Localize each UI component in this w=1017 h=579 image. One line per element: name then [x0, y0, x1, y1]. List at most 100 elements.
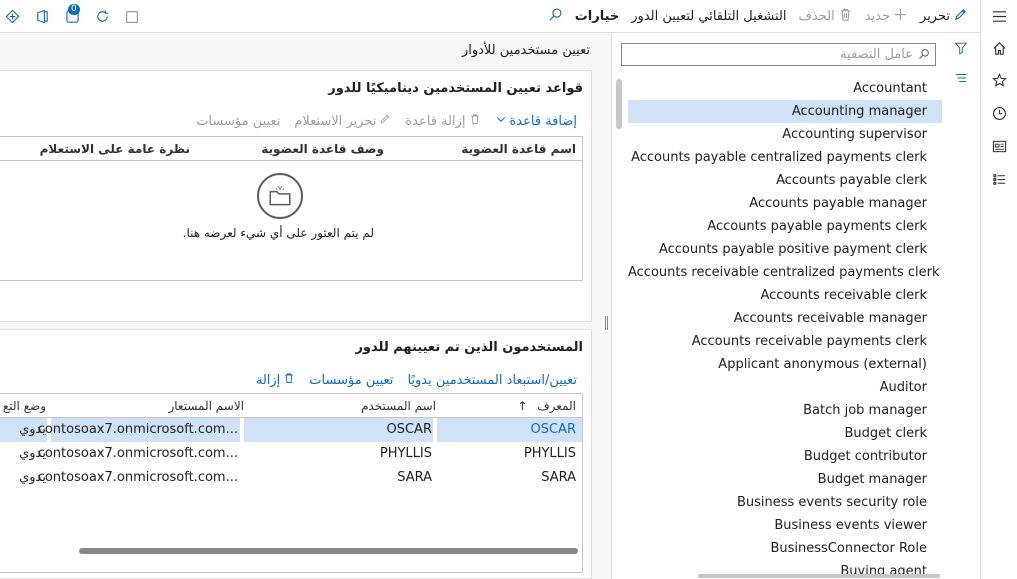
role-list-item[interactable]: Budget manager	[628, 468, 942, 491]
col-user-name[interactable]: اسم المستخدم	[361, 399, 436, 413]
role-list-item[interactable]: Accountant	[628, 77, 942, 100]
list-view-icon[interactable]	[954, 71, 968, 88]
edit-button[interactable]: تحرير	[914, 0, 974, 33]
role-list-item[interactable]: Accounting manager	[628, 100, 942, 123]
chevron-down-icon	[495, 113, 507, 129]
options-diamond-icon[interactable]	[4, 9, 20, 25]
role-list-item[interactable]: Batch job manager	[628, 399, 942, 422]
cell-divider	[433, 418, 437, 442]
role-list-item[interactable]: Accounts payable payments clerk	[628, 215, 942, 238]
page-options-icon[interactable]	[124, 9, 140, 25]
col-query-overview[interactable]: نظرة عامة على الاستعلام	[40, 142, 190, 156]
action-pane: تحرير جديد الحذف التشغيل التلقائي لتعيين…	[0, 0, 980, 33]
cell-divider	[240, 418, 244, 442]
sort-arrow-up-icon: ↑	[517, 399, 528, 413]
search-icon	[548, 7, 563, 26]
assign-organizations-label-2: تعيين مؤسسات	[309, 372, 394, 388]
empty-message: لم يتم العثور على أي شيء لعرضه هنا.	[182, 226, 374, 240]
col-alias[interactable]: الاسم المستعار	[168, 399, 244, 413]
trash-icon	[283, 372, 295, 388]
remove-rule-button[interactable]: إزالة قاعدة	[405, 113, 480, 129]
add-rule-button[interactable]: إضافة قاعدة	[495, 113, 577, 129]
edit-query-button[interactable]: تحرير الاستعلام	[294, 113, 391, 129]
notifications-icon[interactable]: 0	[64, 3, 80, 25]
rules-actions: إضافة قاعدة إزالة قاعدة تحرير الاستعلام …	[196, 113, 577, 129]
hamburger-menu-icon[interactable]	[981, 2, 1017, 30]
auto-assign-roles-button[interactable]: التشغيل التلقائي لتعيين الدور	[625, 0, 792, 33]
manual-assign-button[interactable]: تعيين/استبعاد المستخدمين يدويًا	[407, 373, 577, 388]
role-list-item[interactable]: Accounts receivable clerk	[628, 284, 942, 307]
options-button[interactable]: خيارات	[569, 0, 626, 33]
new-button[interactable]: جديد	[859, 0, 914, 33]
col-rule-name[interactable]: اسم قاعدة العضوية	[461, 142, 576, 156]
role-list-item[interactable]: Accounts receivable manager	[628, 307, 942, 330]
table-row[interactable]: SARA SARA ...contosoax7.onmicrosoft.com يدو…	[0, 466, 582, 490]
page-title: تعيين مستخدمين للأدوار	[461, 43, 590, 58]
modules-list-icon[interactable]	[981, 165, 1017, 193]
rules-grid-header: اسم قاعدة العضوية وصف قاعدة العضوية نظرة…	[0, 137, 582, 161]
remove-user-button[interactable]: إزالة	[256, 372, 295, 388]
options-label: خيارات	[574, 9, 620, 24]
role-list-item[interactable]: Auditor	[628, 376, 942, 399]
role-list-item[interactable]: Business events viewer	[628, 514, 942, 537]
office-icon[interactable]	[34, 9, 50, 25]
role-list-item[interactable]: Budget clerk	[628, 422, 942, 445]
list-horizontal-scrollbar[interactable]	[698, 574, 940, 578]
star-icon[interactable]	[981, 66, 1017, 94]
cell-assignment-mode: يدوي	[19, 446, 46, 461]
role-list-item[interactable]: Accounts payable centralized payments cl…	[628, 146, 942, 169]
filter-placeholder: عامل التصفية	[840, 47, 913, 62]
table-row[interactable]: PHYLLIS PHYLLIS ...contosoax7.onmicrosoft.…	[0, 442, 582, 466]
delete-button[interactable]: الحذف	[792, 0, 858, 33]
role-list-item[interactable]: BusinessConnector Role	[628, 537, 942, 560]
role-list-item[interactable]: Accounts receivable payments clerk	[628, 330, 942, 353]
cell-user-id[interactable]: SARA	[541, 470, 576, 485]
role-list-item[interactable]: Accounting supervisor	[628, 123, 942, 146]
role-list-item[interactable]: Business events security role	[628, 491, 942, 514]
home-icon[interactable]	[981, 34, 1017, 62]
plus-icon	[893, 7, 908, 26]
rules-section: قواعد تعيين المستخدمين ديناميكيًا للدور …	[0, 70, 592, 322]
cell-user-id[interactable]: PHYLLIS	[524, 446, 576, 461]
cell-user-name: PHYLLIS	[379, 446, 432, 461]
search-icon	[918, 48, 930, 64]
role-list-item[interactable]: Budget contributor	[628, 445, 942, 468]
cell-user-name: SARA	[397, 470, 432, 485]
role-list-item[interactable]: Accounts payable manager	[628, 192, 942, 215]
filter-icon[interactable]	[954, 41, 968, 58]
list-scrollbar[interactable]	[616, 79, 622, 129]
col-user-id[interactable]: المعرف ↑	[517, 399, 576, 413]
assign-organizations-button[interactable]: تعيين مؤسسات	[196, 114, 280, 129]
cell-user-id[interactable]: OSCAR	[531, 422, 577, 437]
assigned-users-section: المستخدمون الذين تم تعيينهم للدور تعيين/…	[0, 329, 592, 579]
workspaces-icon[interactable]	[981, 132, 1017, 160]
users-grid-horizontal-scrollbar[interactable]	[79, 548, 578, 554]
manual-assign-label: تعيين/استبعاد المستخدمين يدويًا	[407, 372, 577, 388]
users-actions: تعيين/استبعاد المستخدمين يدويًا تعيين مؤ…	[256, 372, 577, 388]
role-list-item[interactable]: Accounts payable positive payment clerk	[628, 238, 942, 261]
users-grid: المعرف ↑ اسم المستخدم الاسم المستعار وضع…	[0, 393, 583, 573]
refresh-icon[interactable]	[94, 9, 110, 25]
pencil-icon	[379, 113, 391, 129]
remove-rule-label: إزالة قاعدة	[405, 113, 466, 129]
cell-alias: ...contosoax7.onmicrosoft.com	[37, 470, 238, 485]
users-grid-header: المعرف ↑ اسم المستخدم الاسم المستعار وضع…	[0, 394, 582, 418]
cell-alias: ...contosoax7.onmicrosoft.com	[37, 446, 238, 461]
role-list-item[interactable]: Applicant anonymous (external)	[628, 353, 942, 376]
col-rule-description[interactable]: وصف قاعدة العضوية	[261, 142, 384, 156]
search-button[interactable]	[542, 0, 569, 33]
cell-divider	[435, 442, 437, 466]
empty-folder-icon	[257, 173, 303, 219]
role-list-item[interactable]: Accounts payable clerk	[628, 169, 942, 192]
role-list-item[interactable]: Accounts receivable centralized payments…	[628, 261, 942, 284]
filter-input[interactable]: عامل التصفية	[621, 43, 936, 66]
cell-assignment-mode: يدوي	[19, 422, 46, 437]
assign-organizations-button-2[interactable]: تعيين مؤسسات	[309, 373, 393, 388]
edit-label: تحرير	[920, 9, 950, 24]
table-row[interactable]: OSCAR OSCAR ...contosoax7.onmicrosoft.com ي…	[0, 418, 582, 442]
recent-clock-icon[interactable]	[981, 99, 1017, 127]
pane-splitter[interactable]	[602, 33, 611, 579]
cell-alias: ...contosoax7.onmicrosoft.com	[37, 422, 238, 437]
notification-count-badge: 0	[68, 3, 80, 15]
col-assignment-mode[interactable]: وضع التع	[3, 399, 46, 413]
